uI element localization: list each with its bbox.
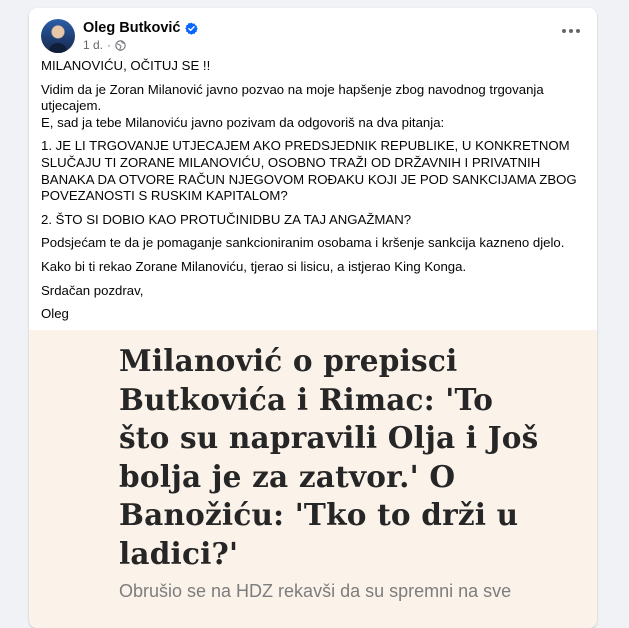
shared-article-preview[interactable]: Milanović o prepisci Butkovića i Rimac: …	[29, 330, 597, 628]
author-name[interactable]: Oleg Butković	[83, 19, 181, 37]
facebook-post-card: Oleg Butković 1 d. · MILANOVIĆU, OČITUJ …	[29, 8, 597, 628]
post-paragraph: E, sad ja tebe Milanoviću javno pozivam …	[41, 114, 445, 130]
post-timestamp[interactable]: 1 d.	[83, 38, 103, 53]
post-paragraph: MILANOVIĆU, OČITUJ SE !!	[41, 58, 211, 73]
post-time-row: 1 d. ·	[83, 38, 198, 53]
post-paragraph: Vidim da je Zoran Milanović javno pozvao…	[41, 81, 544, 114]
post-paragraph: Podsjećam te da je pomaganje sankcionira…	[41, 235, 565, 251]
article-title[interactable]: Milanović o prepisci Butkovića i Rimac: …	[119, 342, 539, 573]
globe-icon[interactable]	[115, 40, 126, 51]
author-name-row: Oleg Butković	[83, 19, 198, 37]
post-paragraph: Kako bi ti rekao Zorane Milanoviću, tjer…	[41, 258, 467, 274]
more-options-icon[interactable]	[559, 24, 583, 38]
post-meta: Oleg Butković 1 d. ·	[83, 19, 198, 53]
author-avatar[interactable]	[41, 19, 75, 53]
post-paragraph: Oleg	[41, 306, 69, 322]
post-paragraph: 2. ŠTO SI DOBIO KAO PROTUČINIDBU ZA TAJ …	[41, 211, 412, 227]
verified-badge-icon	[184, 22, 198, 35]
post-body: MILANOVIĆU, OČITUJ SE !! Vidim da je Zor…	[41, 58, 581, 330]
article-subtitle: Obrušio se na HDZ rekavši da su spremni …	[119, 581, 512, 601]
post-header: Oleg Butković 1 d. ·	[41, 18, 198, 54]
separator-dot: ·	[107, 38, 112, 52]
post-paragraph: Srdačan pozdrav,	[41, 282, 144, 298]
post-paragraph: 1. JE LI TRGOVANJE UTJECAJEM AKO PREDSJE…	[41, 138, 577, 204]
